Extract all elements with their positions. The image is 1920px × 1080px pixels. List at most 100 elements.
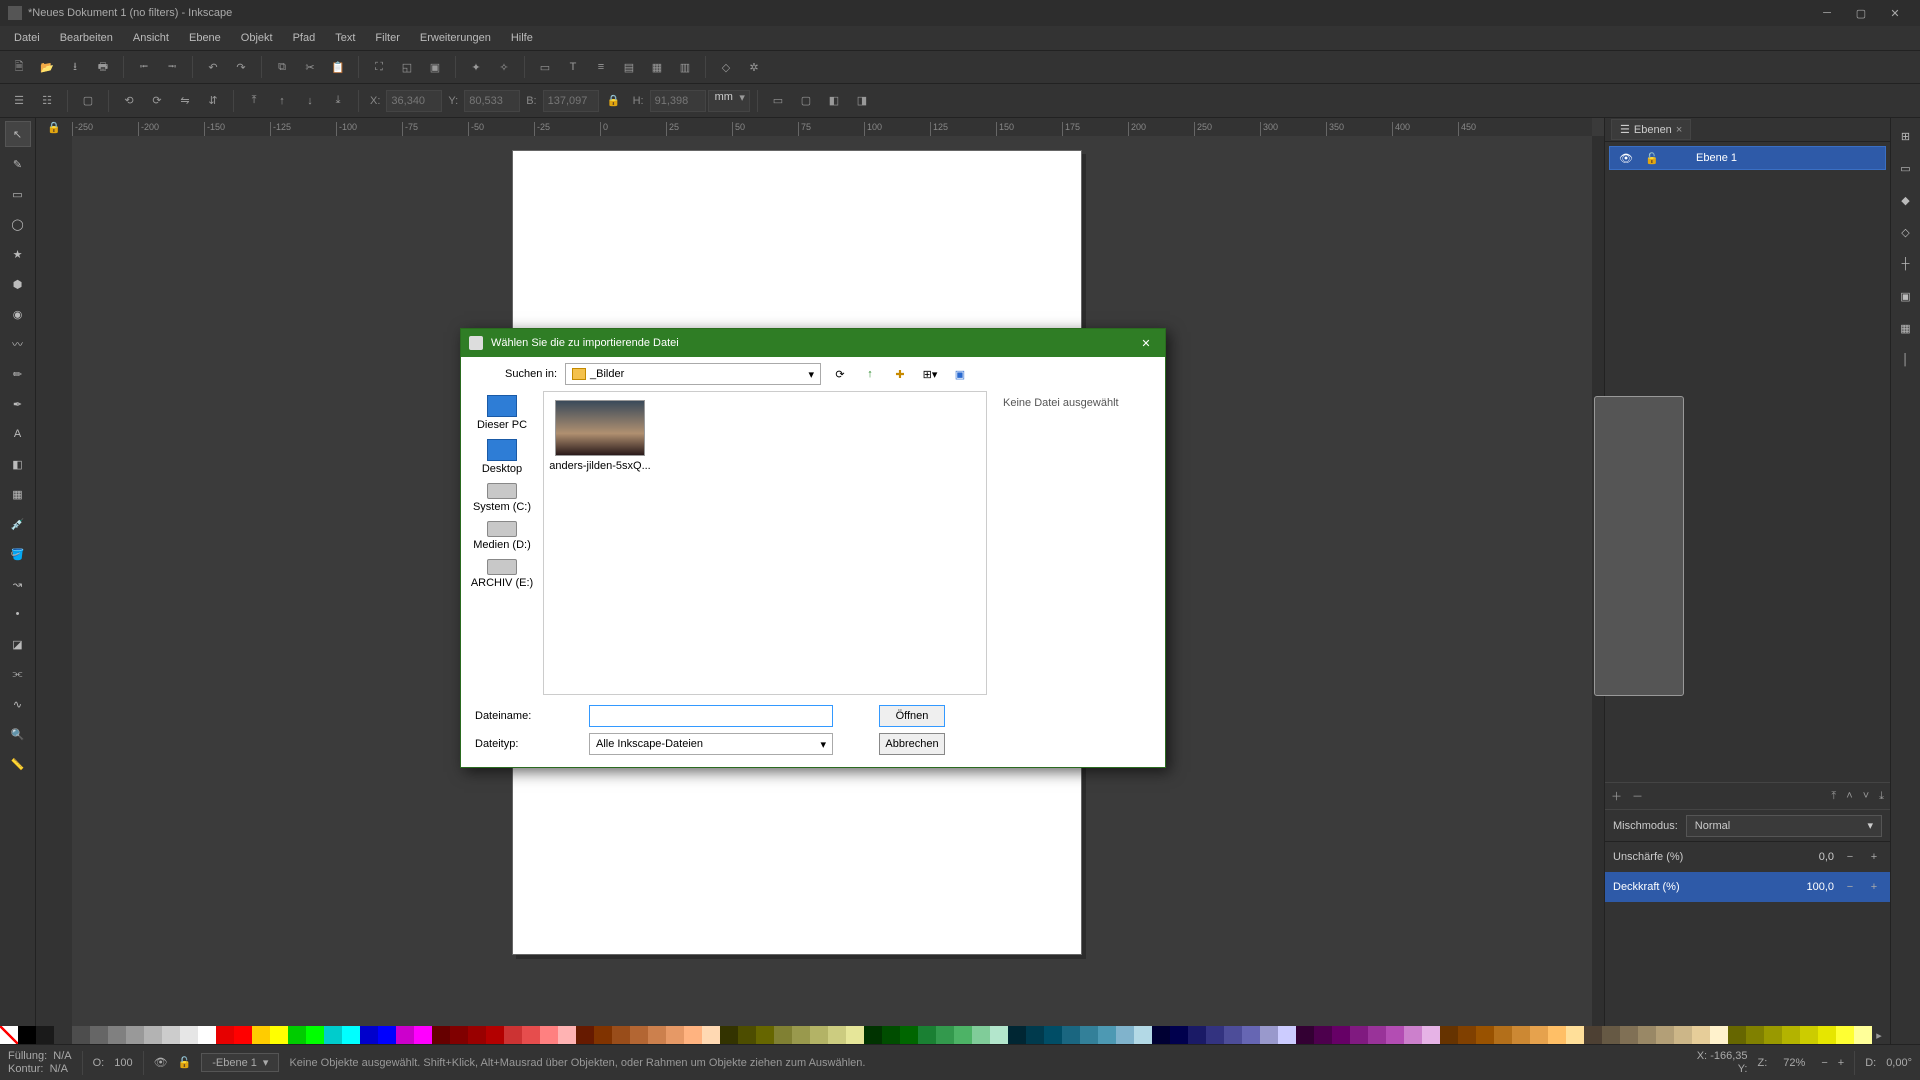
- color-swatch[interactable]: [846, 1026, 864, 1044]
- snap-bbox-icon[interactable]: ▭: [1894, 156, 1918, 180]
- color-swatch[interactable]: [1170, 1026, 1188, 1044]
- window-maximize[interactable]: ▢: [1844, 3, 1878, 23]
- select-all-icon[interactable]: ☷: [34, 88, 60, 114]
- color-swatch[interactable]: [234, 1026, 252, 1044]
- spiral-tool-icon[interactable]: ◉: [6, 302, 30, 326]
- menu-filter[interactable]: Filter: [365, 29, 409, 47]
- increase-icon[interactable]: +: [1866, 881, 1882, 893]
- color-swatch[interactable]: [108, 1026, 126, 1044]
- raise-top-icon[interactable]: ⤒: [241, 88, 267, 114]
- current-layer-select[interactable]: -Ebene 1▾: [201, 1053, 279, 1072]
- color-swatch[interactable]: [162, 1026, 180, 1044]
- unit-select[interactable]: mm: [708, 90, 750, 112]
- ruler-corner-lock-icon[interactable]: 🔒: [36, 118, 72, 136]
- color-swatch[interactable]: [1548, 1026, 1566, 1044]
- select-tool-icon[interactable]: ↖: [6, 122, 30, 146]
- zoom-drawing-icon[interactable]: ◱: [394, 54, 420, 80]
- lower-bottom-icon[interactable]: ⤓: [325, 88, 351, 114]
- filename-input[interactable]: ▾: [589, 705, 833, 727]
- color-swatch[interactable]: [36, 1026, 54, 1044]
- close-tab-icon[interactable]: ×: [1676, 124, 1682, 136]
- color-swatch[interactable]: [450, 1026, 468, 1044]
- color-swatch[interactable]: [1314, 1026, 1332, 1044]
- color-swatch[interactable]: [1764, 1026, 1782, 1044]
- place-drive-e[interactable]: ARCHIV (E:): [465, 559, 539, 589]
- text-tool-icon[interactable]: A: [6, 422, 30, 446]
- color-swatch[interactable]: [594, 1026, 612, 1044]
- measure-tool-icon[interactable]: 📏: [6, 752, 30, 776]
- scale-corners-icon[interactable]: ▢: [793, 88, 819, 114]
- color-swatch[interactable]: [144, 1026, 162, 1044]
- import-icon[interactable]: ⭰: [131, 54, 157, 80]
- lock-icon[interactable]: 🔓: [178, 1056, 192, 1069]
- color-swatch[interactable]: [324, 1026, 342, 1044]
- color-swatch[interactable]: [1602, 1026, 1620, 1044]
- back-icon[interactable]: ⟳: [829, 363, 851, 385]
- snap-guide-icon[interactable]: │: [1894, 348, 1918, 372]
- lower-icon[interactable]: ↓: [297, 88, 323, 114]
- color-swatch[interactable]: [1152, 1026, 1170, 1044]
- w-input[interactable]: [543, 90, 599, 112]
- color-swatch[interactable]: [1296, 1026, 1314, 1044]
- color-swatch[interactable]: [1206, 1026, 1224, 1044]
- color-swatch[interactable]: [630, 1026, 648, 1044]
- align-icon[interactable]: ≡: [588, 54, 614, 80]
- snap-enable-icon[interactable]: ⊞: [1894, 124, 1918, 148]
- menu-extensions[interactable]: Erweiterungen: [410, 29, 501, 47]
- ruler-horizontal[interactable]: -250-200-150-125-100-75-50-2502550751001…: [72, 118, 1592, 136]
- color-swatch[interactable]: [396, 1026, 414, 1044]
- color-swatch[interactable]: [1404, 1026, 1422, 1044]
- color-swatch[interactable]: [1818, 1026, 1836, 1044]
- color-swatch[interactable]: [1440, 1026, 1458, 1044]
- color-swatch[interactable]: [1566, 1026, 1584, 1044]
- no-color-swatch[interactable]: [0, 1026, 18, 1044]
- color-swatch[interactable]: [1062, 1026, 1080, 1044]
- scale-pattern-icon[interactable]: ◨: [849, 88, 875, 114]
- rotation-value[interactable]: 0,00°: [1886, 1057, 1912, 1069]
- raise-icon[interactable]: ↑: [269, 88, 295, 114]
- color-swatch[interactable]: [1044, 1026, 1062, 1044]
- color-swatch[interactable]: [1530, 1026, 1548, 1044]
- layers-icon[interactable]: ▦: [644, 54, 670, 80]
- color-swatch[interactable]: [828, 1026, 846, 1044]
- ruler-vertical[interactable]: [36, 136, 72, 1032]
- increase-icon[interactable]: +: [1866, 851, 1882, 863]
- color-swatch[interactable]: [288, 1026, 306, 1044]
- lower-to-bottom-icon[interactable]: ⤓: [1879, 790, 1884, 803]
- print-icon[interactable]: 🖶: [90, 54, 116, 80]
- open-button[interactable]: Öffnen: [879, 705, 945, 727]
- color-swatch[interactable]: [180, 1026, 198, 1044]
- add-layer-icon[interactable]: ＋: [1611, 788, 1622, 804]
- color-swatch[interactable]: [972, 1026, 990, 1044]
- color-swatch[interactable]: [558, 1026, 576, 1044]
- color-swatch[interactable]: [1854, 1026, 1872, 1044]
- palette-scroll-icon[interactable]: ▸: [1872, 1026, 1886, 1044]
- color-swatch[interactable]: [540, 1026, 558, 1044]
- zoom-tool-icon[interactable]: 🔍: [6, 722, 30, 746]
- blur-value[interactable]: 0,0: [1790, 851, 1834, 863]
- filetype-select[interactable]: Alle Inkscape-Dateien▾: [589, 733, 833, 755]
- view-menu-icon[interactable]: ⊞▾: [919, 363, 941, 385]
- color-swatch[interactable]: [648, 1026, 666, 1044]
- file-item[interactable]: anders-jilden-5sxQ...: [552, 400, 648, 472]
- color-swatch[interactable]: [1800, 1026, 1818, 1044]
- color-swatch[interactable]: [756, 1026, 774, 1044]
- color-swatch[interactable]: [1782, 1026, 1800, 1044]
- color-swatch[interactable]: [1134, 1026, 1152, 1044]
- tweak-tool-icon[interactable]: ↝: [6, 572, 30, 596]
- color-swatch[interactable]: [216, 1026, 234, 1044]
- rect-tool-icon[interactable]: ▭: [6, 182, 30, 206]
- color-swatch[interactable]: [1656, 1026, 1674, 1044]
- color-swatch[interactable]: [1026, 1026, 1044, 1044]
- color-swatch[interactable]: [1422, 1026, 1440, 1044]
- color-swatch[interactable]: [1476, 1026, 1494, 1044]
- preview-toggle-icon[interactable]: ▣: [949, 363, 971, 385]
- eraser-tool-icon[interactable]: ◪: [6, 632, 30, 656]
- paste-icon[interactable]: 📋: [325, 54, 351, 80]
- color-swatch[interactable]: [738, 1026, 756, 1044]
- scrollbar-thumb[interactable]: [1594, 396, 1684, 696]
- doc-props-icon[interactable]: ◇: [713, 54, 739, 80]
- color-swatch[interactable]: [1098, 1026, 1116, 1044]
- color-swatch[interactable]: [1728, 1026, 1746, 1044]
- x-input[interactable]: [386, 90, 442, 112]
